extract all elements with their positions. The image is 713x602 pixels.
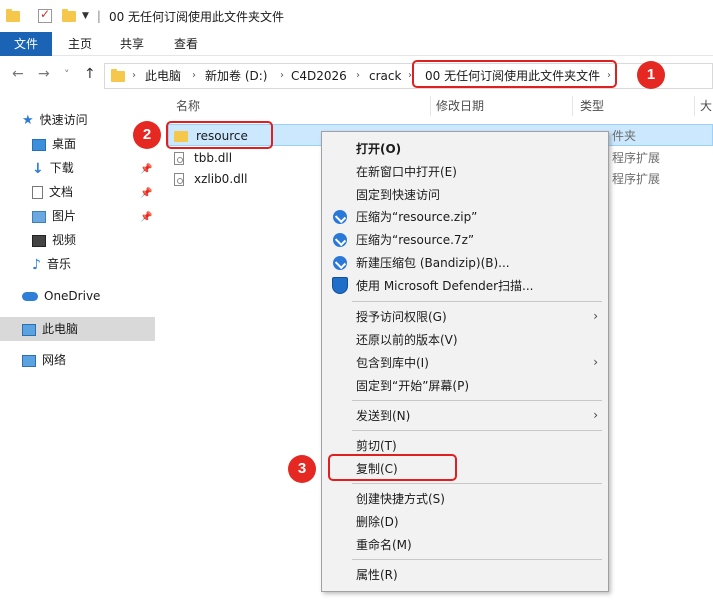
tab-file[interactable]: 文件: [0, 32, 52, 56]
address-bar[interactable]: › 此电脑 › 新加卷 (D:) › C4D2026 › crack › 00 …: [104, 63, 713, 89]
menu-item-new-archive[interactable]: 新建压缩包 (Bandizip)(B)...: [356, 252, 510, 274]
menu-item-include-library[interactable]: 包含到库中(I): [356, 352, 429, 374]
documents-icon: [32, 186, 43, 199]
nav-this-pc[interactable]: 此电脑: [22, 318, 78, 340]
network-icon: [22, 354, 36, 367]
title-separator: |: [96, 9, 101, 23]
tab-view[interactable]: 查看: [166, 32, 206, 56]
nav-item-downloads[interactable]: ↓ 下载: [32, 157, 74, 179]
column-header-size[interactable]: 大: [700, 94, 712, 118]
menu-item-open-new-window[interactable]: 在新窗口中打开(E): [356, 161, 457, 183]
window-title: 00 无任何订阅使用此文件夹文件: [108, 9, 285, 24]
column-header-name[interactable]: 名称: [176, 94, 200, 118]
menu-separator: [352, 483, 602, 484]
menu-item-give-access[interactable]: 授予访问权限(G): [356, 306, 447, 328]
pictures-icon: [32, 210, 46, 223]
nav-item-desktop[interactable]: 桌面: [32, 133, 76, 155]
menu-separator: [352, 301, 602, 302]
menu-item-compress-zip[interactable]: 压缩为“resource.zip”: [356, 206, 477, 228]
star-icon: ★: [22, 112, 34, 128]
column-header-modified[interactable]: 修改日期: [436, 94, 484, 118]
ribbon-tabs: 文件 主页 共享 查看: [0, 32, 713, 56]
menu-item-defender-scan[interactable]: 使用 Microsoft Defender扫描...: [356, 275, 533, 297]
nav-network[interactable]: 网络: [22, 349, 66, 371]
submenu-chevron-icon: ›: [593, 309, 598, 323]
pin-icon[interactable]: 📌: [140, 212, 152, 223]
callout-box-copy: [328, 454, 457, 481]
forward-arrow-icon[interactable]: →: [38, 66, 50, 82]
bandizip-icon: [333, 210, 347, 224]
bandizip-icon: [333, 233, 347, 247]
type-cell: 件夹: [612, 129, 637, 143]
nav-item-documents[interactable]: 文档: [32, 181, 73, 203]
navigation-pane: ★ 快速访问 桌面 ↓ 下载 📌 文档 📌 图片 📌 视频 ♪ 音乐 OneDrive…: [0, 94, 158, 602]
menu-item-compress-7z[interactable]: 压缩为“resource.7z”: [356, 229, 474, 251]
menu-item-delete[interactable]: 删除(D): [356, 511, 399, 533]
column-divider[interactable]: [694, 96, 695, 116]
context-menu: 打开(O) 在新窗口中打开(E) 固定到快速访问 压缩为“resource.zi…: [321, 131, 609, 592]
dll-file-icon: [174, 173, 184, 186]
breadcrumb-drive-d[interactable]: 新加卷 (D:): [205, 64, 267, 88]
nav-onedrive[interactable]: OneDrive: [22, 285, 100, 307]
menu-item-create-shortcut[interactable]: 创建快捷方式(S): [356, 488, 445, 510]
type-cell: 程序扩展: [612, 172, 661, 186]
computer-icon: [22, 323, 36, 336]
nav-quick-access[interactable]: ★ 快速访问: [22, 109, 88, 131]
menu-item-pin-start[interactable]: 固定到“开始”屏幕(P): [356, 375, 469, 397]
defender-shield-icon: [332, 277, 348, 294]
menu-separator: [352, 430, 602, 431]
desktop-icon: [32, 138, 46, 151]
breadcrumb-crack[interactable]: crack: [369, 64, 401, 88]
column-divider[interactable]: [572, 96, 573, 116]
column-header-type[interactable]: 类型: [580, 94, 604, 118]
callout-number-1: 1: [637, 61, 665, 89]
back-arrow-icon[interactable]: ←: [12, 66, 24, 82]
tab-share[interactable]: 共享: [112, 32, 152, 56]
breadcrumb-this-pc[interactable]: 此电脑: [145, 64, 181, 88]
menu-separator: [352, 400, 602, 401]
dll-file-icon: [174, 152, 184, 165]
up-arrow-icon[interactable]: ↑: [84, 66, 96, 82]
menu-item-open[interactable]: 打开(O): [356, 138, 401, 160]
pin-icon[interactable]: 📌: [140, 164, 152, 175]
callout-box-resource-folder: [166, 121, 273, 149]
breadcrumb-c4d2026[interactable]: C4D2026: [291, 64, 347, 88]
nav-item-pictures[interactable]: 图片: [32, 205, 76, 227]
menu-item-restore-versions[interactable]: 还原以前的版本(V): [356, 329, 458, 351]
breadcrumb-chevron-icon[interactable]: ›: [356, 64, 360, 88]
menu-item-rename[interactable]: 重命名(M): [356, 534, 412, 556]
breadcrumb-chevron-icon[interactable]: ›: [280, 64, 284, 88]
menu-item-properties[interactable]: 属性(R): [356, 564, 398, 586]
new-folder-quick-access-icon[interactable]: [62, 8, 76, 22]
menu-separator: [352, 559, 602, 560]
column-divider[interactable]: [430, 96, 431, 116]
file-row-xzlib0-dll[interactable]: xzlib0.dll: [174, 168, 247, 190]
title-bar: ▼ | 00 无任何订阅使用此文件夹文件: [0, 0, 713, 32]
pin-icon[interactable]: 📌: [140, 188, 152, 199]
tab-home[interactable]: 主页: [60, 32, 100, 56]
download-icon: ↓: [32, 160, 44, 177]
address-folder-icon: [111, 69, 125, 82]
videos-icon: [32, 234, 46, 247]
type-cell: 程序扩展: [612, 151, 661, 165]
cloud-icon: [22, 292, 38, 301]
submenu-chevron-icon: ›: [593, 355, 598, 369]
breadcrumb-chevron-icon[interactable]: ›: [192, 64, 196, 88]
recent-locations-chevron-icon[interactable]: ˅: [64, 68, 70, 81]
file-row-tbb-dll[interactable]: tbb.dll: [174, 147, 232, 169]
breadcrumb-chevron-icon[interactable]: ›: [132, 64, 136, 88]
properties-quick-access-icon[interactable]: [38, 7, 52, 23]
bandizip-icon: [333, 256, 347, 270]
nav-item-videos[interactable]: 视频: [32, 229, 76, 251]
folder-icon: [6, 8, 20, 22]
menu-item-pin-quick-access[interactable]: 固定到快速访问: [356, 184, 440, 206]
quick-access-dropdown-icon[interactable]: ▼: [82, 11, 89, 21]
menu-item-send-to[interactable]: 发送到(N): [356, 405, 410, 427]
music-icon: ♪: [32, 256, 41, 273]
callout-number-3: 3: [288, 455, 316, 483]
submenu-chevron-icon: ›: [593, 408, 598, 422]
nav-item-music[interactable]: ♪ 音乐: [32, 253, 71, 275]
callout-box-current-folder: [412, 60, 617, 88]
callout-number-2: 2: [133, 121, 161, 149]
